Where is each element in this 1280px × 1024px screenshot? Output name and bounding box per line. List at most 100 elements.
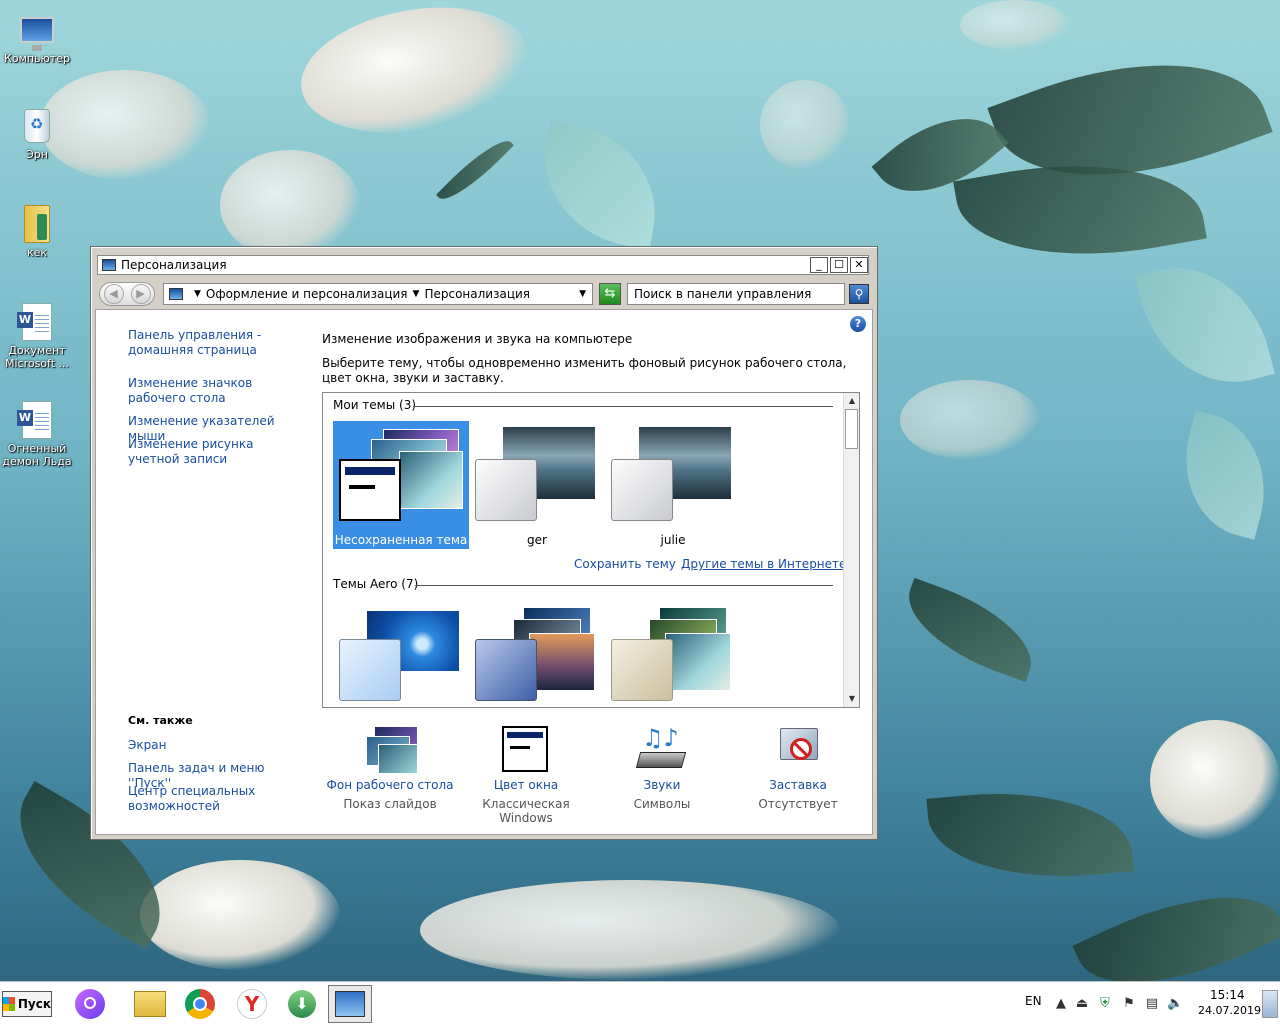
address-dropdown-icon[interactable]: ▼ bbox=[579, 289, 586, 299]
breadcrumb-item-personalization[interactable]: Персонализация bbox=[424, 287, 530, 301]
themes-list[interactable]: Мои темы (3) Несохраненная тема ger juli… bbox=[322, 392, 860, 708]
breadcrumb-chevron-icon[interactable]: ▼ bbox=[194, 289, 201, 299]
back-button[interactable]: ◀ bbox=[103, 284, 124, 304]
window-glass-icon bbox=[611, 639, 673, 701]
control-panel-icon bbox=[169, 288, 183, 300]
desktop-background-item[interactable]: Фон рабочего стола Показ слайдов bbox=[322, 726, 458, 811]
close-button[interactable]: ✕ bbox=[850, 257, 868, 273]
desktop-icon-word-document-2[interactable]: Огненный демон Льда bbox=[2, 400, 72, 468]
bottom-item-label[interactable]: Заставка bbox=[730, 778, 866, 792]
sounds-icon: ♫♪ bbox=[632, 724, 692, 774]
sidebar-link-control-panel-home[interactable]: Панель управления - домашняя страница bbox=[128, 328, 298, 358]
page-description: Выберите тему, чтобы одновременно измени… bbox=[322, 356, 847, 385]
show-desktop-button[interactable] bbox=[1262, 990, 1278, 1018]
breadcrumb-chevron-icon[interactable]: ▼ bbox=[413, 289, 420, 299]
show-hidden-icons-icon[interactable]: ▲ bbox=[1053, 996, 1069, 1012]
word-document-icon bbox=[17, 303, 52, 341]
theme-julie[interactable]: julie bbox=[605, 421, 741, 549]
scroll-down-icon[interactable]: ▼ bbox=[844, 691, 859, 707]
window-glass-icon bbox=[475, 459, 537, 521]
folder-icon bbox=[24, 205, 50, 243]
sounds-item[interactable]: ♫♪ Звуки Символы bbox=[594, 724, 730, 811]
clock-time[interactable]: 15:14 bbox=[1210, 988, 1245, 1002]
desktop-background-icon bbox=[360, 726, 420, 774]
scroll-thumb[interactable] bbox=[845, 409, 858, 449]
theme-wallpaper-thumb bbox=[529, 633, 595, 691]
save-theme-link[interactable]: Сохранить тему bbox=[574, 557, 676, 571]
sidebar-link-desktop-icons[interactable]: Изменение значков рабочего стола bbox=[128, 376, 298, 406]
bottom-item-value: Символы bbox=[633, 797, 691, 811]
bottom-item-label[interactable]: Фон рабочего стола bbox=[322, 778, 458, 792]
language-indicator[interactable]: EN bbox=[1025, 994, 1042, 1008]
theme-name: ger bbox=[527, 533, 547, 547]
window-color-icon bbox=[496, 726, 556, 774]
address-bar-row: ◀ ▶ ▼ Оформление и персонализация ▼ Перс… bbox=[99, 281, 869, 307]
control-panel-icon bbox=[335, 991, 365, 1017]
windows-logo-icon bbox=[3, 997, 15, 1011]
theme-aero-nature[interactable] bbox=[605, 603, 741, 707]
alice-assistant-icon bbox=[75, 989, 105, 1019]
refresh-button[interactable]: ⇆ bbox=[599, 283, 621, 305]
desktop-icon-label: Компьютер bbox=[4, 52, 70, 65]
taskbar-item-explorer[interactable] bbox=[128, 985, 172, 1023]
search-icon[interactable]: ⚲ bbox=[849, 284, 869, 304]
usb-device-icon[interactable]: ⏏ bbox=[1074, 996, 1090, 1012]
taskbar-item-yandex-browser[interactable]: Y bbox=[230, 985, 274, 1023]
themes-scrollbar[interactable]: ▲ ▼ bbox=[843, 393, 859, 707]
group-divider bbox=[415, 585, 833, 586]
desktop-icon-recycle-bin[interactable]: Эрн bbox=[2, 106, 72, 161]
desktop-icon-word-document[interactable]: Документ Microsoft ... bbox=[2, 302, 72, 370]
help-icon[interactable]: ? bbox=[850, 316, 866, 332]
breadcrumb[interactable]: ▼ Оформление и персонализация ▼ Персонал… bbox=[163, 283, 593, 305]
sidebar-link-account-picture[interactable]: Изменение рисунка учетной записи bbox=[128, 437, 298, 467]
screensaver-icon bbox=[768, 726, 828, 774]
bottom-item-value: Показ слайдов bbox=[343, 797, 437, 811]
desktop-icon-label: Документ Microsoft ... bbox=[4, 344, 70, 370]
volume-icon[interactable]: 🔈 bbox=[1167, 996, 1183, 1012]
group-divider bbox=[413, 406, 833, 407]
action-center-flag-icon[interactable]: ⚑ bbox=[1121, 996, 1137, 1012]
window-titlebar[interactable]: Персонализация _ ☐ ✕ bbox=[97, 255, 869, 275]
window-glass-icon bbox=[611, 459, 673, 521]
content-area: ? Панель управления - домашняя страница … bbox=[95, 309, 873, 835]
minimize-button[interactable]: _ bbox=[810, 257, 828, 273]
clock-date[interactable]: 24.07.2019 bbox=[1198, 1004, 1261, 1017]
theme-aero-windows7[interactable] bbox=[333, 603, 469, 707]
taskbar-item-control-panel[interactable] bbox=[328, 985, 372, 1023]
window-color-item[interactable]: Цвет окна Классическая Windows bbox=[458, 726, 594, 825]
scroll-up-icon[interactable]: ▲ bbox=[844, 393, 859, 409]
antivirus-shield-icon[interactable]: ⛨ bbox=[1097, 996, 1113, 1012]
search-input[interactable]: Поиск в панели управления bbox=[627, 283, 845, 305]
theme-name: julie bbox=[660, 533, 686, 547]
desktop-icon-computer[interactable]: Компьютер bbox=[2, 10, 72, 65]
window-glass-icon bbox=[339, 639, 401, 701]
taskbar-item-chrome[interactable] bbox=[178, 985, 222, 1023]
desktop-icon-folder[interactable]: кек bbox=[2, 204, 72, 259]
theme-unsaved[interactable]: Несохраненная тема bbox=[333, 421, 469, 549]
navigation-buttons: ◀ ▶ bbox=[99, 282, 155, 306]
breadcrumb-item-appearance[interactable]: Оформление и персонализация bbox=[206, 287, 408, 301]
window-color-icon bbox=[339, 459, 401, 521]
maximize-button[interactable]: ☐ bbox=[830, 257, 848, 273]
sidebar-link-display[interactable]: Экран bbox=[128, 738, 298, 753]
more-themes-online-link[interactable]: Другие темы в Интернете bbox=[681, 557, 846, 571]
taskbar: Пуск Y ⬇ EN ▲ ⏏ ⛨ ⚑ ▤ 🔈 15:14 24.07.2019 bbox=[0, 981, 1280, 1024]
theme-wallpaper-thumb bbox=[399, 451, 463, 509]
forward-button[interactable]: ▶ bbox=[130, 284, 151, 304]
bottom-item-label[interactable]: Звуки bbox=[594, 778, 730, 792]
bottom-item-label[interactable]: Цвет окна bbox=[458, 778, 594, 792]
yandex-browser-icon: Y bbox=[237, 989, 267, 1019]
screensaver-item[interactable]: Заставка Отсутствует bbox=[730, 726, 866, 811]
network-icon[interactable]: ▤ bbox=[1144, 996, 1160, 1012]
desktop-icon-label: кек bbox=[26, 246, 48, 259]
theme-aero-architecture[interactable] bbox=[469, 603, 605, 707]
theme-ger[interactable]: ger bbox=[469, 421, 605, 549]
taskbar-item-downloader[interactable]: ⬇ bbox=[280, 985, 324, 1023]
sidebar-link-accessibility[interactable]: Центр специальных возможностей bbox=[128, 784, 268, 814]
computer-icon bbox=[20, 17, 54, 51]
taskbar-item-alice[interactable] bbox=[68, 985, 112, 1023]
window-title: Персонализация bbox=[121, 258, 227, 272]
page-title: Изменение изображения и звука на компьют… bbox=[322, 332, 633, 346]
start-button[interactable]: Пуск bbox=[2, 991, 52, 1017]
bottom-item-value: Классическая Windows bbox=[482, 797, 570, 825]
